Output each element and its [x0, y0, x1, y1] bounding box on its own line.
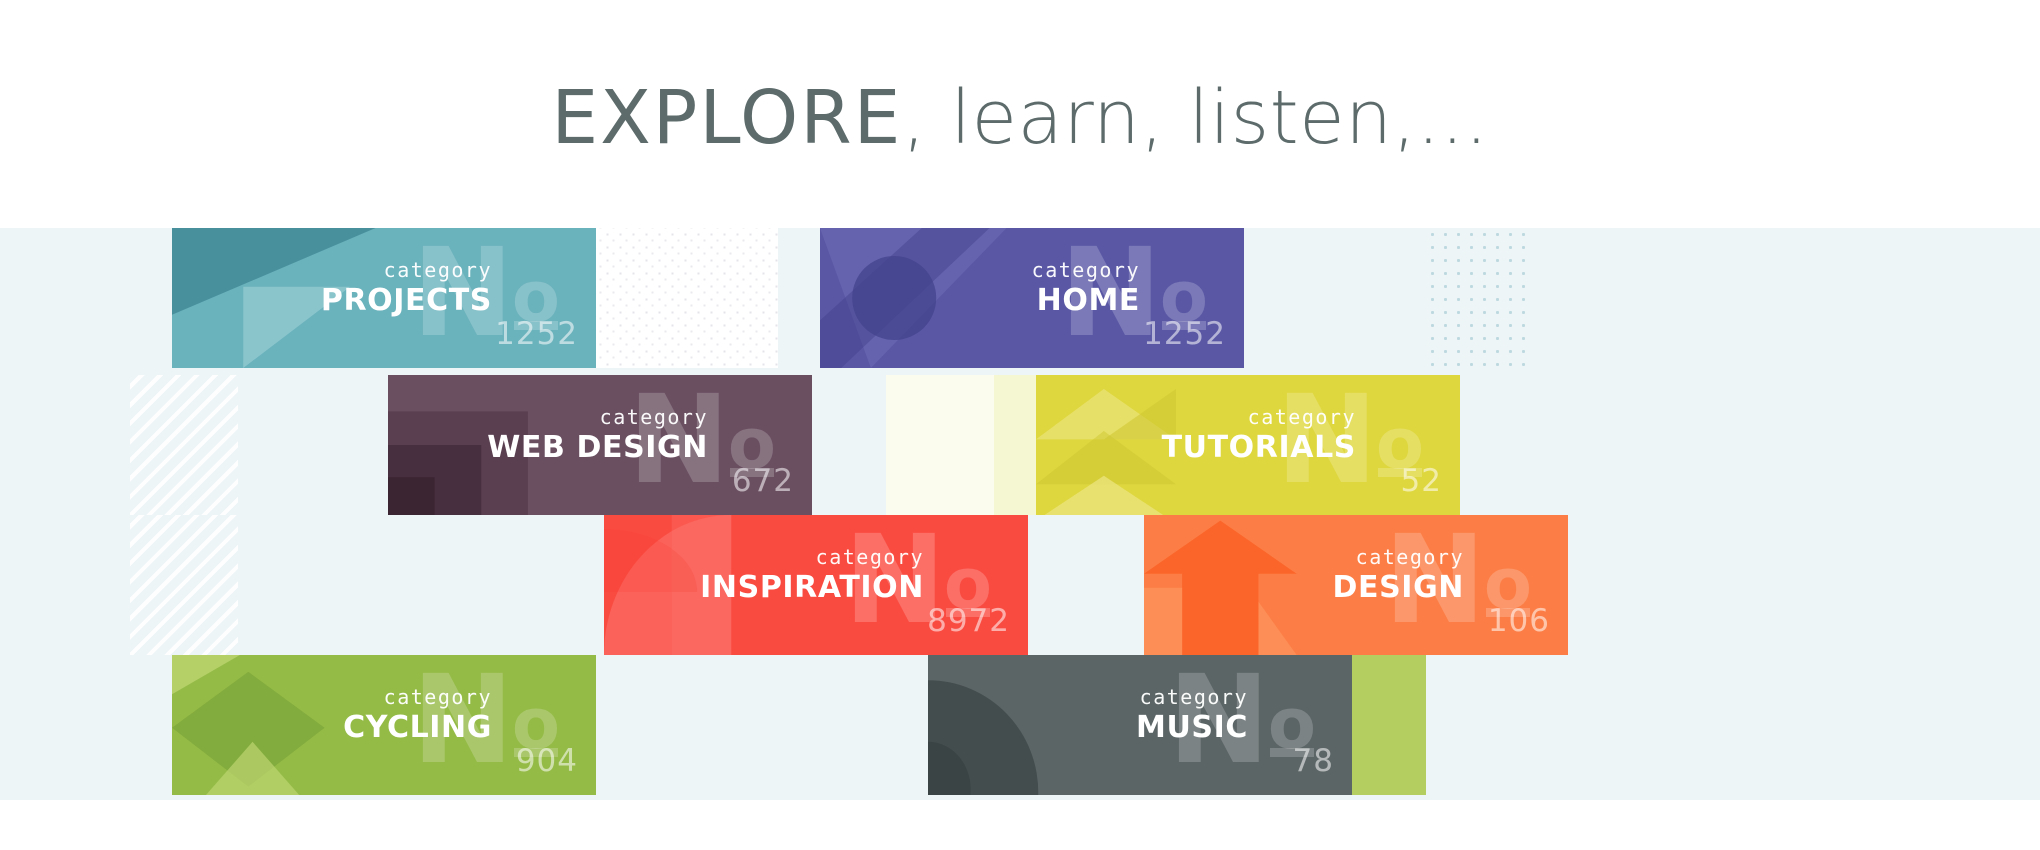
category-grid-band: No category PROJECTS 1252 No category HOME 125…: [0, 228, 2040, 800]
category-count: 904: [515, 743, 578, 779]
category-count: 1252: [1143, 316, 1226, 352]
numero-letter: N: [1275, 375, 1378, 511]
category-count: 52: [1400, 463, 1442, 499]
category-tile-design[interactable]: No category DESIGN 106: [1144, 515, 1568, 655]
category-tile-home[interactable]: No category HOME 1252: [820, 228, 1244, 368]
background-block-bg-stripe-2: [130, 515, 238, 655]
page-title-rest: , learn, listen,...: [902, 75, 1489, 161]
page-title-strong: EXPLORE: [551, 75, 903, 161]
numero-letter: N: [627, 375, 730, 511]
category-tile-music[interactable]: No category MUSIC 78: [928, 655, 1352, 795]
background-block-bg-cream-1: [886, 375, 994, 515]
numero-letter: N: [1167, 655, 1270, 791]
category-tile-projects[interactable]: No category PROJECTS 1252: [172, 228, 596, 368]
category-count: 106: [1487, 603, 1550, 639]
category-tile-inspiration[interactable]: No category INSPIRATION 8972: [604, 515, 1028, 655]
category-count: 1252: [495, 316, 578, 352]
category-tile-web-design[interactable]: No category WEB DESIGN 672: [388, 375, 812, 515]
background-block-bg-grid-dots: [1426, 228, 1534, 368]
page-title: EXPLORE, learn, listen,...: [551, 81, 1488, 155]
category-count: 8972: [927, 603, 1010, 639]
numero-letter: N: [411, 655, 514, 791]
page-root: EXPLORE, learn, listen,... No category PRO…: [0, 0, 2040, 850]
category-grid: No category PROJECTS 1252 No category HOME 125…: [0, 228, 2040, 800]
category-count: 672: [731, 463, 794, 499]
category-count: 78: [1292, 743, 1334, 779]
category-tile-tutorials[interactable]: No category TUTORIALS 52: [1036, 375, 1460, 515]
background-block-bg-stripe-1: [130, 375, 238, 515]
category-tile-cycling[interactable]: No category CYCLING 904: [172, 655, 596, 795]
page-header: EXPLORE, learn, listen,...: [0, 0, 2040, 228]
footer-strip: [0, 800, 2040, 850]
background-block-bg-pale-2: [1318, 228, 1426, 368]
numero-letter: N: [1383, 515, 1486, 651]
